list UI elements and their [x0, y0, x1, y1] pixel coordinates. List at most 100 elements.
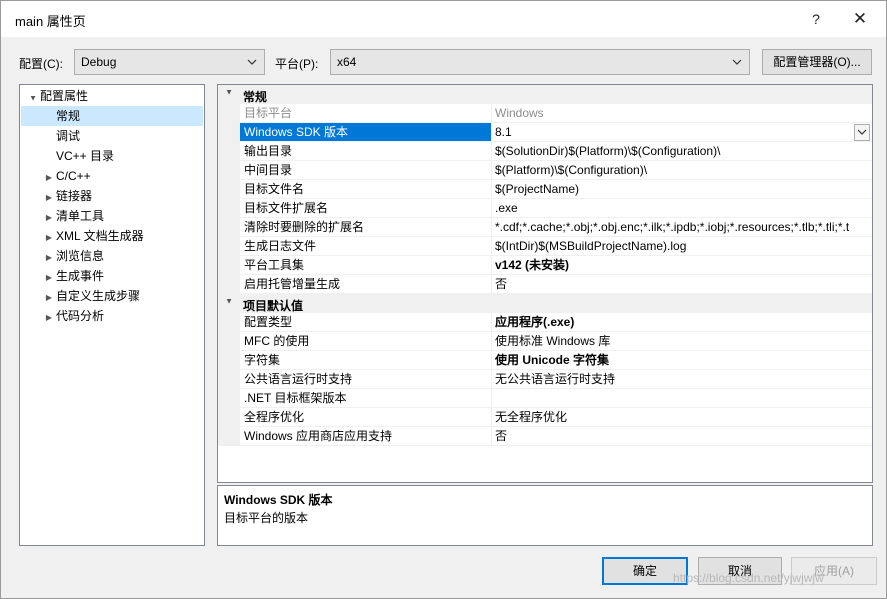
expand-arrow-icon[interactable]: ▶ [42, 228, 56, 248]
category-header[interactable]: ▲ 常规 [218, 85, 872, 104]
config-dropdown[interactable]: Debug [74, 49, 265, 75]
property-name: 字符集 [240, 351, 492, 370]
property-name: 目标平台 [240, 104, 492, 123]
tree-item-label: 浏览信息 [56, 249, 105, 263]
tree-item-label: 自定义生成步骤 [56, 289, 141, 303]
collapse-arrow-icon[interactable]: ▲ [222, 297, 236, 306]
property-row[interactable]: 目标文件扩展名 .exe [218, 199, 872, 218]
tree-item[interactable]: ▶ 链接器 [42, 186, 92, 206]
window-title: main 属性页 [15, 14, 86, 29]
property-value[interactable]: $(SolutionDir)$(Platform)\$(Configuratio… [492, 142, 872, 161]
tree-item[interactable]: ▶ 生成事件 [42, 266, 104, 286]
dropdown-arrow-icon[interactable] [854, 124, 870, 141]
category-label: 项目默认值 [243, 299, 304, 313]
property-row[interactable]: 字符集 使用 Unicode 字符集 [218, 351, 872, 370]
tree-item[interactable]: 常规 [21, 106, 203, 126]
tree-item[interactable]: ▶ 代码分析 [42, 306, 104, 326]
tree-item[interactable]: ▶ 清单工具 [42, 206, 104, 226]
row-gutter [218, 370, 240, 389]
tree-item[interactable]: 调试 [42, 126, 80, 146]
property-row[interactable]: 公共语言运行时支持 无公共语言运行时支持 [218, 370, 872, 389]
property-value[interactable]: 无公共语言运行时支持 [492, 370, 872, 389]
tree-item[interactable]: VC++ 目录 [42, 146, 114, 166]
row-gutter [218, 161, 240, 180]
category-header[interactable]: ▲ 项目默认值 [218, 294, 872, 313]
expanded-icon[interactable]: ▲ [26, 88, 40, 108]
property-value[interactable]: $(IntDir)$(MSBuildProjectName).log [492, 237, 872, 256]
property-value[interactable]: 应用程序(.exe) [492, 313, 872, 332]
tree-item-label: 常规 [56, 109, 81, 123]
expand-arrow-icon[interactable]: ▶ [42, 168, 56, 188]
help-button[interactable]: ? [799, 5, 833, 33]
property-value[interactable]: $(Platform)\$(Configuration)\ [492, 161, 872, 180]
property-row[interactable]: 输出目录 $(SolutionDir)$(Platform)\$(Configur… [218, 142, 872, 161]
tree-item-label: XML 文档生成器 [56, 229, 144, 243]
property-value[interactable]: 否 [492, 275, 872, 294]
expand-arrow-icon[interactable]: ▶ [42, 308, 56, 328]
row-gutter [218, 256, 240, 275]
property-name: 中间目录 [240, 161, 492, 180]
tree-item-label: 清单工具 [56, 209, 105, 223]
property-row[interactable]: .NET 目标框架版本 [218, 389, 872, 408]
tree-item-label: C/C++ [56, 169, 91, 183]
property-row[interactable]: MFC 的使用 使用标准 Windows 库 [218, 332, 872, 351]
property-row[interactable]: 启用托管增量生成否 [218, 275, 872, 294]
property-value[interactable]: 使用标准 Windows 库 [492, 332, 872, 351]
property-row[interactable]: 全程序优化 无全程序优化 [218, 408, 872, 427]
property-value[interactable]: 无全程序优化 [492, 408, 872, 427]
property-value[interactable]: 使用 Unicode 字符集 [492, 351, 872, 370]
platform-dropdown[interactable]: x64 [330, 49, 750, 75]
property-row[interactable]: 生成日志文件 $(IntDir)$(MSBuildProjectName).log [218, 237, 872, 256]
tree-item[interactable]: ▶ 自定义生成步骤 [42, 286, 140, 306]
row-gutter [218, 199, 240, 218]
property-value[interactable]: Windows [492, 104, 872, 123]
description-text: 目标平台的版本 [224, 511, 309, 525]
tree-item-root[interactable]: ▲ 配置属性 [26, 86, 88, 106]
property-name: 输出目录 [240, 142, 492, 161]
expand-arrow-icon[interactable]: ▶ [42, 188, 56, 208]
property-name: 目标文件名 [240, 180, 492, 199]
expand-arrow-icon[interactable]: ▶ [42, 268, 56, 288]
property-value[interactable]: .exe [492, 199, 872, 218]
config-manager-button[interactable]: 配置管理器(O)... [762, 49, 872, 75]
property-name: 全程序优化 [240, 408, 492, 427]
tree-item-label: 代码分析 [56, 309, 105, 323]
expand-arrow-icon[interactable]: ▶ [42, 248, 56, 268]
chevron-down-icon [246, 54, 258, 73]
property-pages-dialog: main 属性页 ? ✕ 配置(C): Debug 平台(P): x64 配置管… [0, 0, 887, 599]
property-row[interactable]: 中间目录 $(Platform)\$(Configuration)\ [218, 161, 872, 180]
property-row[interactable]: 目标文件名 $(ProjectName) [218, 180, 872, 199]
tree-item[interactable]: ▶ XML 文档生成器 [42, 226, 144, 246]
row-gutter [218, 408, 240, 427]
row-gutter [218, 123, 240, 142]
property-name: .NET 目标框架版本 [240, 389, 492, 408]
property-value[interactable]: $(ProjectName) [492, 180, 872, 199]
property-name: Windows SDK 版本 [240, 123, 492, 142]
row-gutter [218, 218, 240, 237]
row-gutter [218, 142, 240, 161]
property-value[interactable]: 否 [492, 427, 872, 446]
property-name: 平台工具集 [240, 256, 492, 275]
collapse-arrow-icon[interactable]: ▲ [222, 88, 236, 97]
close-button[interactable]: ✕ [843, 5, 877, 33]
row-gutter [218, 427, 240, 446]
property-value[interactable]: v142 (未安装) [492, 256, 872, 275]
property-name: MFC 的使用 [240, 332, 492, 351]
property-row[interactable]: Windows 应用商店应用支持否 [218, 427, 872, 446]
property-value[interactable]: *.cdf;*.cache;*.obj;*.obj.enc;*.ilk;*.ip… [492, 218, 872, 237]
property-row[interactable]: 目标平台 Windows [218, 104, 872, 123]
row-gutter [218, 389, 240, 408]
property-row[interactable]: 平台工具集 v142 (未安装) [218, 256, 872, 275]
row-gutter [218, 104, 240, 123]
property-row[interactable]: Windows SDK 版本 8.1 [218, 123, 872, 142]
tree-item[interactable]: ▶ C/C++ [42, 166, 91, 186]
tree-item-label: 配置属性 [40, 89, 89, 103]
property-row[interactable]: 清除时要删除的扩展名 *.cdf;*.cache;*.obj;*.obj.enc;… [218, 218, 872, 237]
expand-arrow-icon[interactable]: ▶ [42, 288, 56, 308]
property-name: 公共语言运行时支持 [240, 370, 492, 389]
property-value[interactable]: 8.1 [492, 123, 872, 142]
expand-arrow-icon[interactable]: ▶ [42, 208, 56, 228]
tree-item[interactable]: ▶ 浏览信息 [42, 246, 104, 266]
property-value[interactable] [492, 389, 872, 408]
property-row[interactable]: 配置类型 应用程序(.exe) [218, 313, 872, 332]
